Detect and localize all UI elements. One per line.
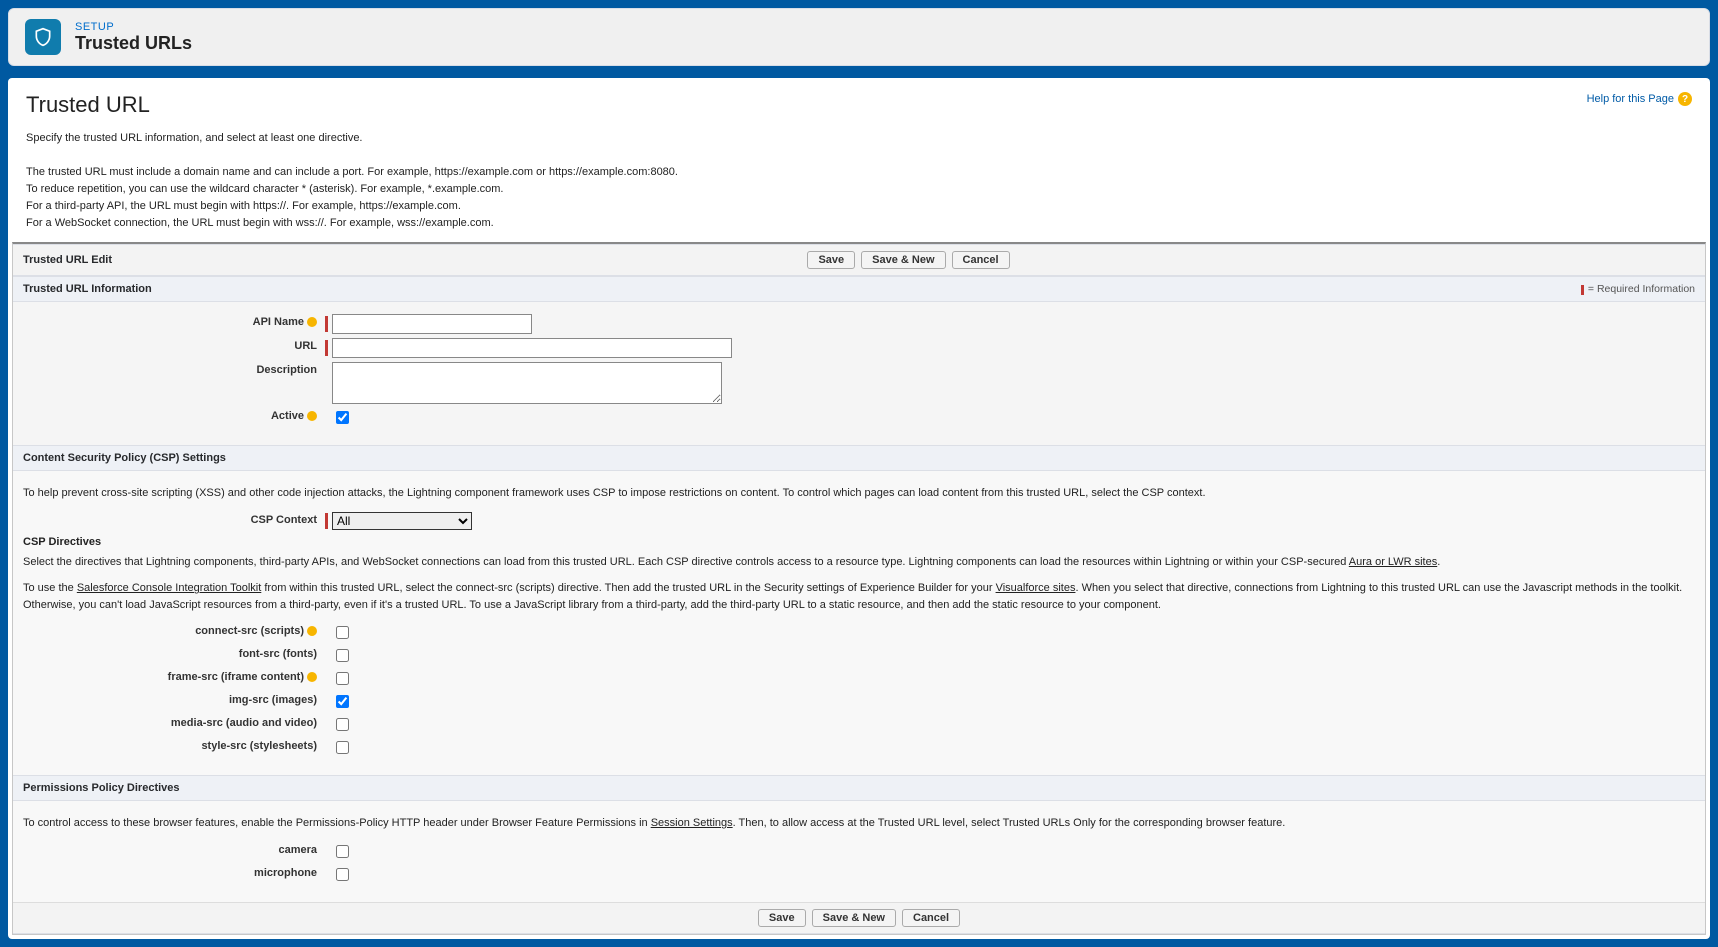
save-and-new-button[interactable]: Save & New (861, 251, 945, 269)
csp-section-title: Content Security Policy (CSP) Settings (23, 452, 226, 464)
api-name-label: API Name (253, 316, 304, 328)
required-indicator (325, 316, 328, 332)
perm-section-title: Permissions Policy Directives (23, 782, 180, 794)
visualforce-sites-link[interactable]: Visualforce sites (996, 582, 1076, 594)
microphone-checkbox[interactable] (336, 868, 349, 881)
perm-help-text: To control access to these browser featu… (23, 815, 1695, 832)
font-src-label: font-src (fonts) (23, 646, 323, 660)
media-src-checkbox[interactable] (336, 718, 349, 731)
edit-section-title: Trusted URL Edit (23, 254, 112, 266)
help-icon: ? (1678, 92, 1692, 106)
microphone-label: microphone (23, 865, 323, 879)
csp-section-bar: Content Security Policy (CSP) Settings (13, 445, 1705, 471)
description-textarea[interactable] (332, 362, 722, 404)
setup-header: SETUP Trusted URLs (8, 8, 1710, 66)
info-icon (307, 626, 317, 636)
perm-section-bar: Permissions Policy Directives (13, 775, 1705, 801)
csp-directives-help-2: To use the Salesforce Console Integratio… (23, 580, 1695, 613)
intro-text: Specify the trusted URL information, and… (10, 124, 1708, 242)
info-section-bar: Trusted URL Information = Required Infor… (13, 276, 1705, 302)
header-title: Trusted URLs (75, 33, 192, 54)
font-src-checkbox[interactable] (336, 649, 349, 662)
help-for-page-link[interactable]: Help for this Page ? (1587, 92, 1692, 106)
url-label: URL (23, 338, 323, 352)
api-name-input[interactable] (332, 314, 532, 334)
cancel-button[interactable]: Cancel (952, 251, 1010, 269)
active-label: Active (271, 410, 304, 422)
required-legend: = Required Information (1581, 283, 1695, 295)
console-toolkit-link[interactable]: Salesforce Console Integration Toolkit (77, 582, 261, 594)
aura-lwr-link[interactable]: Aura or LWR sites (1349, 556, 1437, 568)
info-icon (307, 317, 317, 327)
csp-section-body: To help prevent cross-site scripting (XS… (13, 471, 1705, 775)
setup-label: SETUP (75, 21, 192, 33)
frame-src-checkbox[interactable] (336, 672, 349, 685)
connect-src-label: connect-src (scripts) (195, 625, 304, 637)
save-button-bottom[interactable]: Save (758, 909, 806, 927)
frame-src-label: frame-src (iframe content) (168, 671, 304, 683)
required-indicator (325, 513, 328, 529)
camera-label: camera (23, 842, 323, 856)
bottom-button-bar: Save Save & New Cancel (13, 902, 1705, 934)
save-and-new-button-bottom[interactable]: Save & New (812, 909, 896, 927)
camera-checkbox[interactable] (336, 845, 349, 858)
required-indicator (325, 340, 328, 356)
media-src-label: media-src (audio and video) (23, 715, 323, 729)
url-input[interactable] (332, 338, 732, 358)
csp-directives-help-1: Select the directives that Lightning com… (23, 554, 1695, 571)
style-src-label: style-src (stylesheets) (23, 738, 323, 752)
img-src-label: img-src (images) (23, 692, 323, 706)
csp-directives-title: CSP Directives (23, 536, 1695, 548)
description-label: Description (23, 362, 323, 376)
info-icon (307, 672, 317, 682)
shield-icon (25, 19, 61, 55)
style-src-checkbox[interactable] (336, 741, 349, 754)
save-button[interactable]: Save (807, 251, 855, 269)
csp-context-label: CSP Context (23, 512, 323, 526)
connect-src-checkbox[interactable] (336, 626, 349, 639)
info-icon (307, 411, 317, 421)
info-section-title: Trusted URL Information (23, 283, 152, 295)
cancel-button-bottom[interactable]: Cancel (902, 909, 960, 927)
img-src-checkbox[interactable] (336, 695, 349, 708)
info-section-body: API Name URL Description Active (13, 302, 1705, 445)
csp-help-text: To help prevent cross-site scripting (XS… (23, 485, 1695, 502)
perm-section-body: To control access to these browser featu… (13, 801, 1705, 902)
session-settings-link[interactable]: Session Settings (651, 817, 733, 829)
csp-context-select[interactable]: All (332, 512, 472, 530)
active-checkbox[interactable] (336, 411, 349, 424)
page-title: Trusted URL (26, 92, 150, 118)
edit-section-bar: Trusted URL Edit Save Save & New Cancel (13, 244, 1705, 276)
main-card: Trusted URL Help for this Page ? Specify… (8, 78, 1710, 939)
